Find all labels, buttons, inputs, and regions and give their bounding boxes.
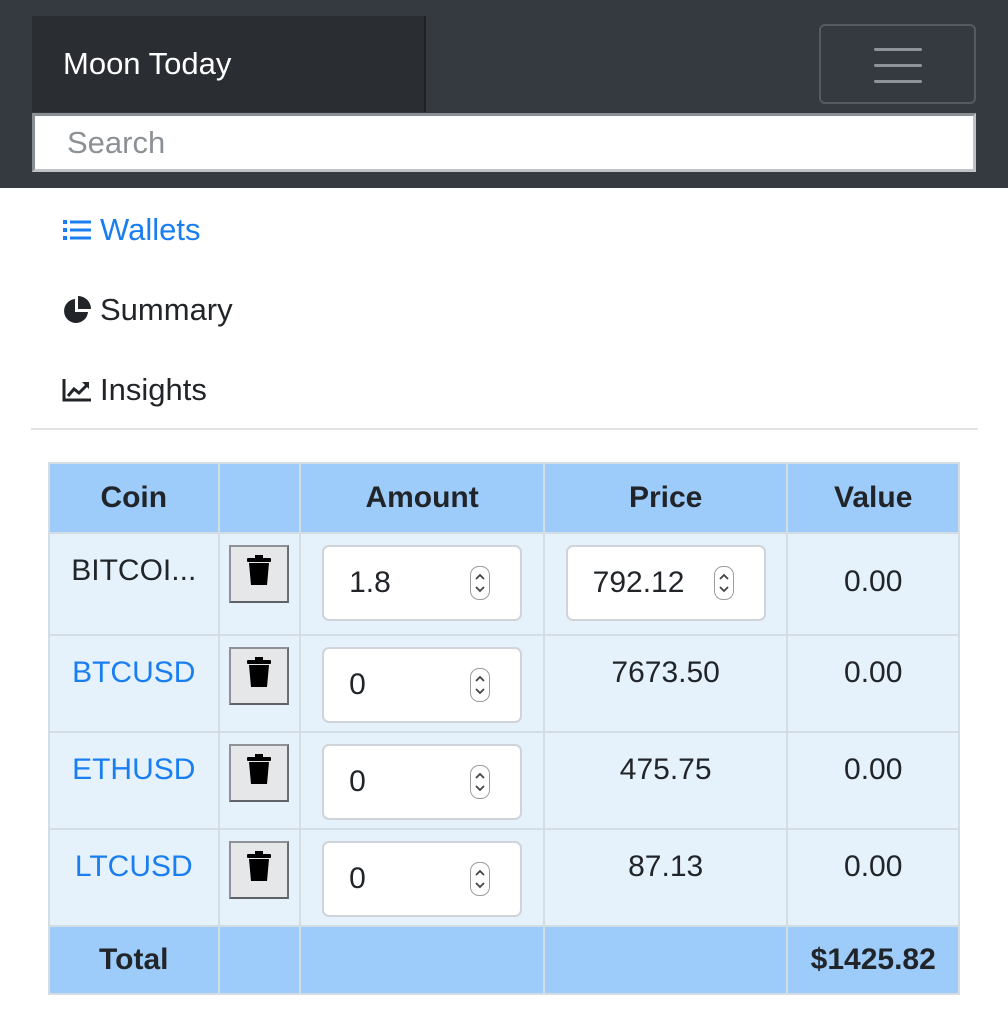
total-empty-cell [542,925,789,995]
trash-icon [247,754,272,792]
total-empty-cell [299,925,545,995]
coin-link[interactable]: BTCUSD [72,656,195,689]
total-empty-cell [217,925,302,995]
coin-link[interactable]: LTCUSD [75,850,193,883]
spinner-icon[interactable] [470,566,491,600]
delete-button[interactable] [229,647,290,705]
nav-item-wallets[interactable]: Wallets [62,208,200,252]
spinner-icon[interactable] [470,862,491,896]
value-cell: 0.00 [786,634,960,733]
amount-cell: 0 [299,634,545,733]
actions-cell [217,828,302,927]
table-row: BITCOI... 1.8 792.12 0.00 [48,532,960,636]
table-row: BTCUSD 0 7673.50 0.00 [48,634,960,733]
price-cell: 792.12 [542,532,789,636]
spinner-icon[interactable] [470,765,491,799]
nav-item-summary[interactable]: Summary [62,288,233,332]
amount-value: 0 [349,765,366,798]
delete-button[interactable] [229,545,290,603]
price-cell: 87.13 [542,828,789,927]
pie-chart-icon [62,295,92,325]
brand-title[interactable]: Moon Today [32,16,426,112]
amount-value: 0 [349,668,366,701]
coin-cell: BTCUSD [48,634,220,733]
nav-label-summary: Summary [100,292,233,327]
price-cell: 475.75 [542,731,789,830]
amount-input[interactable]: 1.8 [322,545,523,621]
actions-cell [217,532,302,636]
trash-icon [247,657,272,695]
trash-icon [247,555,272,593]
table-row: LTCUSD 0 87.13 0.00 [48,828,960,927]
header-actions [217,462,302,534]
actions-cell [217,731,302,830]
nav-divider [31,428,978,430]
list-icon [62,215,92,245]
header-coin: Coin [48,462,220,534]
delete-button[interactable] [229,841,290,899]
total-value: $1425.82 [786,925,960,995]
header-value: Value [786,462,960,534]
nav-label-wallets: Wallets [100,212,201,247]
total-row: Total $1425.82 [48,925,960,995]
total-label: Total [48,925,220,995]
value-cell: 0.00 [786,532,960,636]
amount-cell: 1.8 [299,532,545,636]
amount-value: 1.8 [349,566,391,599]
amount-input[interactable]: 0 [322,841,523,917]
search-input[interactable] [32,113,976,172]
coin-name: BITCOI... [71,554,197,587]
value-cell: 0.00 [786,731,960,830]
amount-input[interactable]: 0 [322,647,523,723]
price-input[interactable]: 792.12 [565,545,766,621]
amount-value: 0 [349,862,366,895]
nav-item-insights[interactable]: Insights [62,368,207,412]
amount-cell: 0 [299,731,545,830]
trash-icon [247,851,272,889]
coin-cell: LTCUSD [48,828,220,927]
amount-input[interactable]: 0 [322,744,523,820]
value-cell: 0.00 [786,828,960,927]
navbar: Moon Today [0,0,1008,188]
header-amount: Amount [299,462,545,534]
line-chart-icon [62,375,92,405]
price-value: 792.12 [592,566,685,599]
coin-link[interactable]: ETHUSD [72,753,195,786]
nav-label-insights: Insights [100,372,207,407]
spinner-icon[interactable] [470,668,491,702]
coin-cell: BITCOI... [48,532,220,636]
menu-toggle-button[interactable] [819,24,976,104]
spinner-icon[interactable] [713,566,734,600]
table-row: ETHUSD 0 475.75 0.00 [48,731,960,830]
wallet-table: Coin Amount Price Value BITCOI... 1.8 79… [48,462,960,995]
delete-button[interactable] [229,744,290,802]
amount-cell: 0 [299,828,545,927]
table-header-row: Coin Amount Price Value [48,462,960,534]
actions-cell [217,634,302,733]
header-price: Price [542,462,789,534]
coin-cell: ETHUSD [48,731,220,830]
price-cell: 7673.50 [542,634,789,733]
